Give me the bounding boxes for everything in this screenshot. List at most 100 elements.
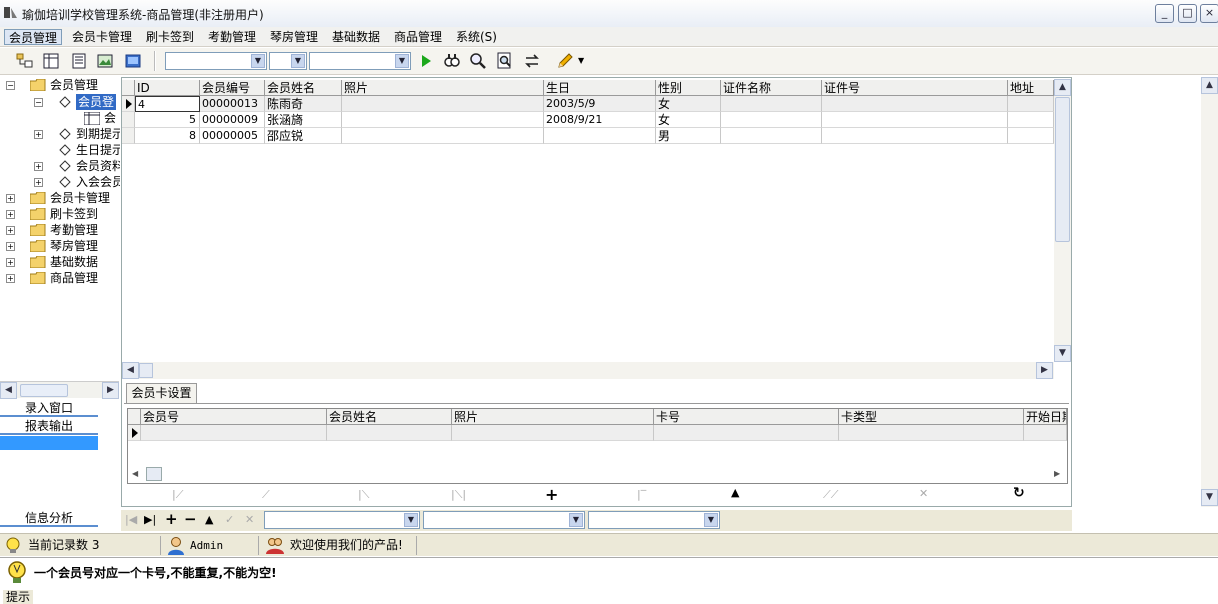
- tree-node-basic-data[interactable]: 基础数据: [50, 254, 98, 270]
- scroll-thumb[interactable]: [20, 384, 68, 397]
- right-vertical-scrollbar[interactable]: ▲ ▼: [1201, 77, 1218, 507]
- tree-node-new-members[interactable]: 入会会员: [76, 174, 120, 190]
- row-indicator[interactable]: [128, 425, 141, 441]
- delete-record-icon[interactable]: |‾: [637, 488, 646, 501]
- expand-icon[interactable]: +: [6, 210, 15, 219]
- table-cell[interactable]: [654, 425, 839, 441]
- document-icon[interactable]: [70, 52, 88, 70]
- dropdown-arrow-icon[interactable]: ▼: [578, 56, 584, 65]
- tree-node-expiry[interactable]: 到期提示: [76, 126, 120, 142]
- detail-horizontal-scrollbar[interactable]: ◀ ▶: [128, 465, 1067, 483]
- column-header[interactable]: ID: [135, 80, 200, 96]
- minimize-button[interactable]: _: [1155, 4, 1174, 23]
- scroll-thumb[interactable]: [1055, 97, 1070, 242]
- row-indicator[interactable]: [122, 128, 135, 144]
- table-cell[interactable]: [1024, 425, 1067, 441]
- tree-node-goods[interactable]: 商品管理: [50, 270, 98, 286]
- entry-window-button[interactable]: 录入窗口: [0, 400, 98, 417]
- scroll-right-icon[interactable]: ▶: [1054, 469, 1060, 478]
- column-header[interactable]: 卡号: [654, 409, 839, 425]
- table-cell[interactable]: 00000013: [200, 96, 265, 112]
- find-icon[interactable]: [496, 52, 514, 70]
- next-record-icon[interactable]: |⟍: [358, 488, 369, 502]
- column-header[interactable]: 开始日期: [1024, 409, 1067, 425]
- tree-node-member-card[interactable]: 会员卡管理: [50, 190, 110, 206]
- post-record-icon[interactable]: ⟋⟋: [823, 488, 838, 502]
- scroll-left-icon[interactable]: ◀: [0, 382, 17, 399]
- tree-node-member-register[interactable]: 会员登: [76, 94, 117, 110]
- menu-member-card[interactable]: 会员卡管理: [68, 29, 136, 45]
- close-button[interactable]: ×: [1200, 4, 1218, 23]
- table-cell[interactable]: [822, 112, 1008, 128]
- menu-basic-data[interactable]: 基础数据: [328, 29, 384, 45]
- maximize-button[interactable]: □: [1178, 4, 1197, 23]
- first-record-icon[interactable]: |⟋: [172, 488, 183, 502]
- column-header[interactable]: 性别: [656, 80, 721, 96]
- table-cell[interactable]: [839, 425, 1024, 441]
- tree-node-member-info[interactable]: 会员资料: [76, 158, 120, 174]
- edit-record-icon[interactable]: ▲: [205, 513, 213, 526]
- insert-record-icon[interactable]: +: [545, 485, 558, 504]
- table-cell[interactable]: [342, 96, 544, 112]
- column-header[interactable]: 卡类型: [839, 409, 1024, 425]
- menu-piano-room[interactable]: 琴房管理: [266, 29, 322, 45]
- prior-record-icon[interactable]: ⟋: [262, 488, 270, 502]
- table-cell[interactable]: 邵应锐: [265, 128, 342, 144]
- collapse-icon[interactable]: −: [34, 98, 43, 107]
- refresh-sort-icon[interactable]: [523, 52, 541, 70]
- tree-node-piano-room[interactable]: 琴房管理: [50, 238, 98, 254]
- column-header[interactable]: 证件号: [822, 80, 1008, 96]
- tree-node-checkin[interactable]: 刷卡签到: [50, 206, 98, 222]
- table-cell[interactable]: 4: [135, 96, 200, 112]
- scroll-left-icon[interactable]: ◀: [122, 362, 139, 379]
- column-header[interactable]: 生日: [544, 80, 656, 96]
- grid-horizontal-scrollbar[interactable]: ◀ ▶: [122, 362, 1054, 379]
- filter-field-combo[interactable]: ▼: [165, 52, 267, 70]
- table-cell[interactable]: 8: [135, 128, 200, 144]
- table-cell[interactable]: [1008, 128, 1054, 144]
- report-output-button[interactable]: 报表输出: [0, 418, 98, 435]
- table-cell[interactable]: 5: [135, 112, 200, 128]
- menu-checkin[interactable]: 刷卡签到: [142, 29, 198, 45]
- scroll-up-icon[interactable]: ▲: [1054, 79, 1071, 96]
- column-header[interactable]: 会员号: [141, 409, 327, 425]
- pencil-icon[interactable]: [556, 52, 574, 70]
- table-cell[interactable]: 陈雨奇: [265, 96, 342, 112]
- tree-node-member[interactable]: 会员管理: [50, 77, 98, 93]
- table-cell[interactable]: [327, 425, 452, 441]
- edit-record-icon[interactable]: ▲: [731, 486, 739, 499]
- tree-node-birthday[interactable]: 生日提示: [76, 142, 120, 158]
- table-cell[interactable]: [721, 128, 822, 144]
- table-cell[interactable]: [141, 425, 327, 441]
- image-icon[interactable]: [96, 52, 114, 70]
- table-cell[interactable]: 男: [656, 128, 721, 144]
- collapse-icon[interactable]: −: [6, 81, 15, 90]
- column-header[interactable]: 照片: [342, 80, 544, 96]
- expand-icon[interactable]: +: [6, 194, 15, 203]
- grid-vertical-scrollbar[interactable]: ▲ ▼: [1054, 79, 1071, 362]
- expand-icon[interactable]: +: [34, 178, 43, 187]
- column-header[interactable]: 证件名称: [721, 80, 822, 96]
- column-header[interactable]: 会员编号: [200, 80, 265, 96]
- scroll-left-icon[interactable]: ◀: [132, 469, 138, 478]
- table-cell[interactable]: [822, 96, 1008, 112]
- table-cell[interactable]: [452, 425, 654, 441]
- table-cell[interactable]: [721, 112, 822, 128]
- table-cell[interactable]: [1008, 96, 1054, 112]
- expand-icon[interactable]: +: [34, 130, 43, 139]
- scroll-down-icon[interactable]: ▼: [1201, 489, 1218, 506]
- table-cell[interactable]: [721, 96, 822, 112]
- menu-member[interactable]: 会员管理: [4, 29, 63, 45]
- cancel-record-icon[interactable]: ✕: [245, 513, 254, 526]
- column-header[interactable]: 会员姓名: [327, 409, 452, 425]
- delete-record-icon[interactable]: −: [184, 510, 197, 528]
- scroll-right-icon[interactable]: ▶: [102, 382, 119, 399]
- menu-attendance[interactable]: 考勤管理: [204, 29, 260, 45]
- tree-view-icon[interactable]: [16, 52, 34, 70]
- row-indicator[interactable]: [122, 112, 135, 128]
- last-record-icon[interactable]: |⟍|: [451, 488, 466, 502]
- table-cell[interactable]: 女: [656, 112, 721, 128]
- scroll-thumb[interactable]: [146, 467, 162, 481]
- filter-operator-combo[interactable]: ▼: [269, 52, 307, 70]
- table-cell[interactable]: [342, 112, 544, 128]
